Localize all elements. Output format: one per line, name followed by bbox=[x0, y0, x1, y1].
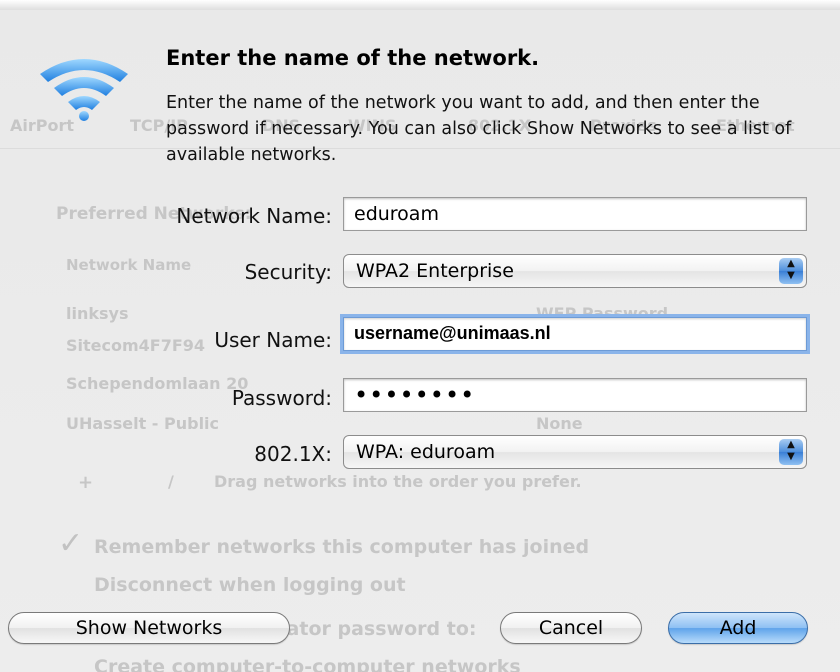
network-name-field[interactable]: eduroam bbox=[343, 197, 807, 231]
cancel-button[interactable]: Cancel bbox=[500, 612, 642, 644]
dot1x-popup[interactable]: WPA: eduroam ▲ ▼ bbox=[343, 435, 807, 469]
network-sheet: AirPort TCP/IP DNS WINS 802.1X Proxies E… bbox=[0, 0, 840, 672]
show-networks-button[interactable]: Show Networks bbox=[8, 612, 290, 644]
bg-network-security: None bbox=[536, 414, 583, 433]
add-button[interactable]: Add bbox=[668, 612, 808, 644]
bg-network-row: UHasselt - Public bbox=[66, 414, 220, 433]
bg-option-disconnect: Disconnect when logging out bbox=[94, 574, 406, 596]
bg-edit-icon: / bbox=[168, 472, 174, 491]
dialog-title: Enter the name of the network. bbox=[166, 46, 540, 70]
security-label: Security: bbox=[244, 260, 332, 284]
user-name-field[interactable]: username@unimaas.nl bbox=[343, 317, 807, 351]
bg-column-header: Network Name bbox=[66, 256, 192, 274]
bg-network-row: Schependomlaan 20 bbox=[66, 374, 249, 393]
password-label: Password: bbox=[231, 386, 332, 410]
password-field[interactable]: •••••••• bbox=[343, 378, 807, 412]
sheet-top-edge bbox=[0, 0, 840, 10]
bg-network-row: linksys bbox=[66, 304, 129, 323]
bg-checkmark-icon: ✓ bbox=[58, 526, 84, 561]
user-name-label: User Name: bbox=[214, 328, 332, 352]
bg-option-create: Create computer-to-computer networks bbox=[94, 656, 521, 672]
bg-network-row: Sitecom4F7F94 bbox=[66, 336, 206, 355]
security-popup[interactable]: WPA2 Enterprise ▲ ▼ bbox=[343, 254, 807, 288]
security-value: WPA2 Enterprise bbox=[356, 260, 514, 282]
network-name-label: Network Name: bbox=[176, 204, 332, 228]
popup-arrows-icon: ▲ ▼ bbox=[779, 258, 803, 284]
bg-option-remember: Remember networks this computer has join… bbox=[94, 536, 590, 558]
dialog-description: Enter the name of the network you want t… bbox=[166, 93, 792, 165]
popup-arrows-icon: ▲ ▼ bbox=[779, 439, 803, 465]
wifi-icon bbox=[40, 59, 128, 121]
bg-drag-hint: Drag networks into the order you prefer. bbox=[214, 472, 582, 491]
dot1x-value: WPA: eduroam bbox=[356, 441, 496, 463]
dot1x-label: 802.1X: bbox=[254, 442, 332, 466]
bg-add-icon: + bbox=[78, 472, 94, 493]
